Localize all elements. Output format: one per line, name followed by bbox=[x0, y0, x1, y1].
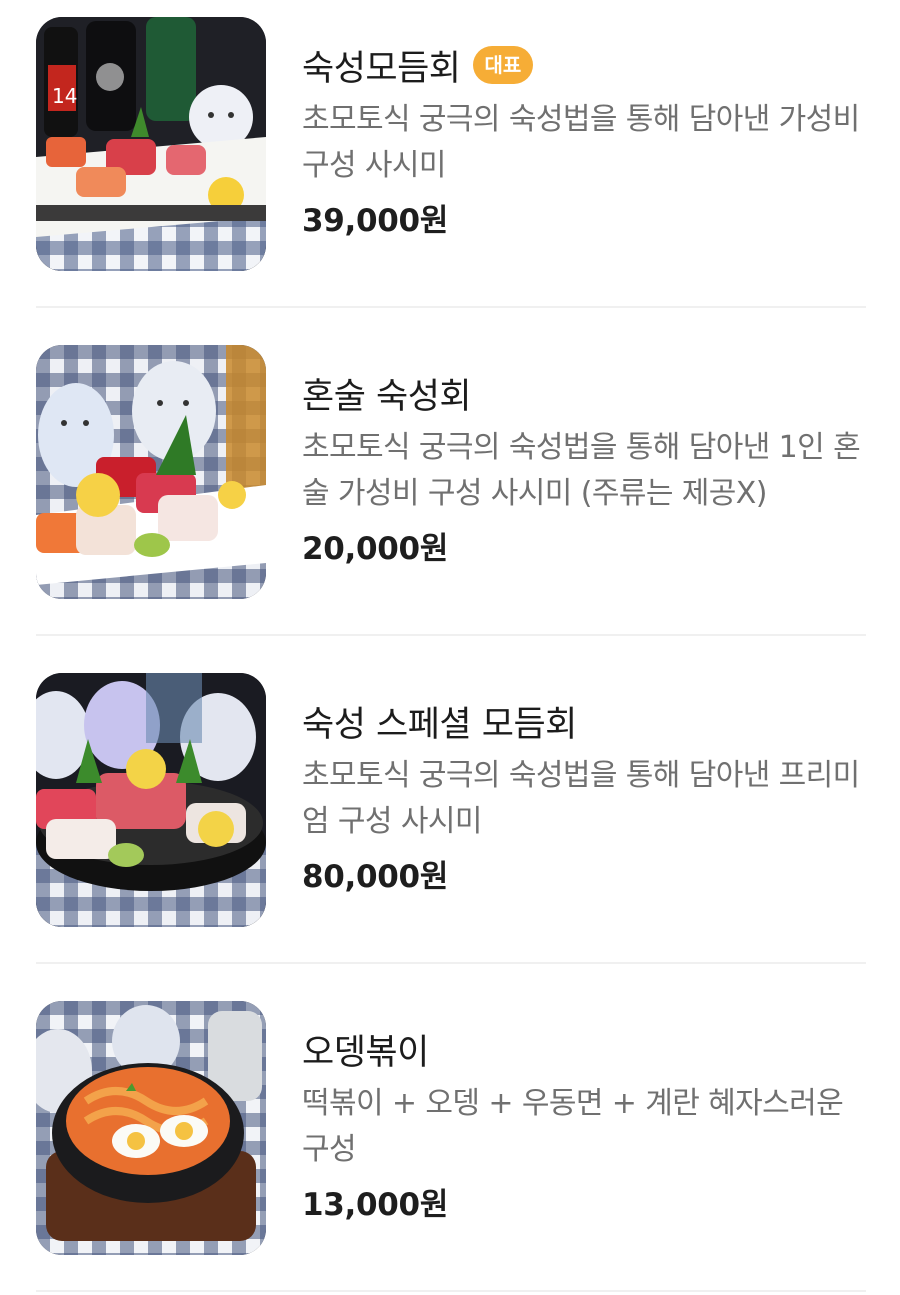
menu-item-title: 숙성모듬회 bbox=[302, 48, 461, 89]
menu-item-info: 오뎅볶이 떡볶이 + 오뎅 + 우동면 + 계란 혜자스러운 구성 13,000… bbox=[302, 1001, 862, 1257]
signature-badge: 대표 bbox=[472, 46, 534, 84]
menu-item-title: 숙성 스페셜 모듬회 bbox=[302, 704, 577, 745]
divider bbox=[36, 634, 866, 636]
title-row: 숙성모듬회 대표 bbox=[302, 39, 862, 91]
menu-item-price: 20,000원 bbox=[302, 531, 449, 567]
menu-item-description: 초모토식 궁극의 숙성법을 통해 담아낸 1인 혼술 가성비 구성 사시미 (주… bbox=[302, 430, 861, 511]
menu-list: 14 숙성모듬회 대표 초모토식 궁극의 숙성법을 통해 담아낸 가성비 구성 … bbox=[0, 0, 900, 1295]
title-row: 숙성 스페셜 모듬회 bbox=[302, 695, 862, 747]
menu-item-info: 혼술 숙성회 초모토식 궁극의 숙성법을 통해 담아낸 1인 혼술 가성비 구성… bbox=[302, 345, 862, 601]
menu-item-photo: 14 bbox=[36, 17, 266, 271]
menu-item-price: 80,000원 bbox=[302, 859, 449, 895]
menu-item-info: 숙성 스페셜 모듬회 초모토식 궁극의 숙성법을 통해 담아낸 프리미엄 구성 … bbox=[302, 673, 862, 929]
divider bbox=[36, 306, 866, 308]
menu-item-photo bbox=[36, 673, 266, 927]
menu-item-description: 떡볶이 + 오뎅 + 우동면 + 계란 혜자스러운 구성 bbox=[302, 1086, 844, 1167]
title-row: 오뎅볶이 bbox=[302, 1023, 862, 1075]
menu-item-honsul-sukseonghoe[interactable]: 혼술 숙성회 초모토식 궁극의 숙성법을 통해 담아낸 1인 혼술 가성비 구성… bbox=[36, 345, 866, 601]
menu-item-sukseong-modeumhoe[interactable]: 14 숙성모듬회 대표 초모토식 궁극의 숙성법을 통해 담아낸 가성비 구성 … bbox=[36, 17, 866, 273]
menu-item-price: 39,000원 bbox=[302, 203, 449, 239]
divider bbox=[36, 962, 866, 964]
title-row: 혼술 숙성회 bbox=[302, 367, 862, 419]
menu-item-photo bbox=[36, 345, 266, 599]
menu-item-photo bbox=[36, 1001, 266, 1255]
bottle-label: 14 bbox=[52, 84, 77, 108]
menu-item-odengbokki[interactable]: 오뎅볶이 떡볶이 + 오뎅 + 우동면 + 계란 혜자스러운 구성 13,000… bbox=[36, 1001, 866, 1257]
menu-item-info: 숙성모듬회 대표 초모토식 궁극의 숙성법을 통해 담아낸 가성비 구성 사시미… bbox=[302, 17, 862, 273]
menu-item-title: 오뎅볶이 bbox=[302, 1032, 429, 1073]
menu-item-sukseong-special-modeumhoe[interactable]: 숙성 스페셜 모듬회 초모토식 궁극의 숙성법을 통해 담아낸 프리미엄 구성 … bbox=[36, 673, 866, 929]
divider bbox=[36, 1290, 866, 1292]
menu-item-description: 초모토식 궁극의 숙성법을 통해 담아낸 가성비 구성 사시미 bbox=[302, 102, 860, 183]
menu-item-title: 혼술 숙성회 bbox=[302, 376, 472, 417]
menu-item-description: 초모토식 궁극의 숙성법을 통해 담아낸 프리미엄 구성 사시미 bbox=[302, 758, 860, 839]
menu-item-price: 13,000원 bbox=[302, 1187, 449, 1223]
